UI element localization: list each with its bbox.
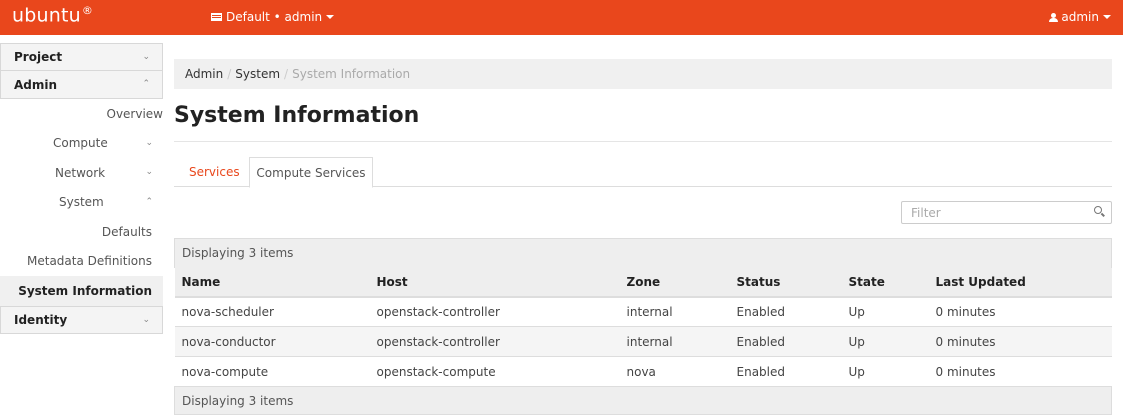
tab-compute-services[interactable]: Compute Services bbox=[249, 157, 373, 188]
user-icon bbox=[1049, 12, 1059, 22]
search-icon[interactable] bbox=[1094, 206, 1105, 217]
chevron-down-icon: ⌄ bbox=[145, 137, 153, 148]
table-row: nova-compute openstack-compute nova Enab… bbox=[174, 356, 1112, 387]
sidebar-item-label: Overview bbox=[106, 106, 164, 121]
cell-zone: internal bbox=[619, 296, 730, 327]
column-header-zone[interactable]: Zone bbox=[619, 267, 730, 298]
cell-zone: internal bbox=[619, 326, 730, 357]
sidebar-item-network[interactable]: Network ⌄ bbox=[0, 158, 163, 188]
caret-down-icon bbox=[1103, 15, 1111, 19]
brand-logo[interactable]: ubuntu® bbox=[12, 4, 93, 26]
sidebar-item-label: System Information bbox=[18, 283, 152, 298]
cell-name: nova-conductor bbox=[174, 326, 370, 357]
table-header-row: Name Host Zone Status State Last Updated bbox=[174, 267, 1112, 298]
ubuntu-circle-icon: ® bbox=[81, 4, 94, 17]
caret-down-icon bbox=[326, 15, 335, 19]
sidebar-item-compute[interactable]: Compute ⌄ bbox=[0, 129, 163, 159]
chevron-down-icon: ⌄ bbox=[142, 314, 150, 325]
cell-last-updated: 0 minutes bbox=[928, 356, 1112, 387]
chevron-down-icon: ⌄ bbox=[145, 167, 153, 177]
sidebar-section-label: Admin bbox=[14, 77, 58, 92]
project-context-label: Default • admin bbox=[226, 10, 323, 24]
chevron-down-icon: ⌄ bbox=[142, 52, 150, 62]
sidebar-section-admin[interactable]: Admin ⌃ bbox=[0, 71, 163, 99]
table-info-row: Displaying 3 items bbox=[174, 238, 1112, 268]
cell-name: nova-compute bbox=[174, 356, 370, 387]
cell-state: Up bbox=[841, 326, 929, 357]
cell-zone: nova bbox=[619, 356, 730, 387]
sidebar-section-label: Identity bbox=[14, 312, 68, 327]
column-header-state[interactable]: State bbox=[841, 267, 929, 298]
column-header-host[interactable]: Host bbox=[369, 267, 620, 298]
project-context-dropdown[interactable]: Default • admin bbox=[211, 10, 335, 24]
breadcrumb-admin[interactable]: Admin bbox=[185, 67, 223, 81]
cell-host: openstack-controller bbox=[369, 326, 620, 357]
cell-status: Enabled bbox=[729, 326, 842, 357]
page-title: System Information bbox=[174, 103, 420, 128]
cell-name: nova-scheduler bbox=[174, 296, 370, 327]
cell-status: Enabled bbox=[729, 296, 842, 327]
sidebar-item-defaults[interactable]: Defaults bbox=[0, 217, 163, 247]
breadcrumb-current: System Information bbox=[292, 67, 411, 81]
breadcrumb-separator: / bbox=[227, 67, 232, 81]
filter-input[interactable] bbox=[901, 201, 1112, 224]
chevron-up-icon: ⌃ bbox=[145, 196, 153, 207]
sidebar-item-label: Defaults bbox=[101, 224, 152, 239]
chevron-up-icon: ⌃ bbox=[142, 79, 150, 89]
column-header-status[interactable]: Status bbox=[729, 267, 842, 298]
compute-services-table: Displaying 3 items Name Host Zone Status… bbox=[174, 238, 1112, 415]
cell-last-updated: 0 minutes bbox=[928, 326, 1112, 357]
column-header-name[interactable]: Name bbox=[174, 267, 370, 298]
cell-state: Up bbox=[841, 296, 929, 327]
cell-last-updated: 0 minutes bbox=[928, 296, 1112, 327]
breadcrumb-system[interactable]: System bbox=[235, 67, 280, 81]
top-navbar: ubuntu® Default • admin admin bbox=[0, 0, 1123, 35]
user-dropdown[interactable]: admin bbox=[1049, 10, 1111, 24]
sidebar-item-label: System bbox=[59, 195, 104, 210]
sidebar-item-label: Metadata Definitions bbox=[27, 254, 152, 269]
column-header-last-updated[interactable]: Last Updated bbox=[928, 267, 1112, 298]
sidebar-section-label: Project bbox=[14, 50, 63, 64]
breadcrumb: Admin / System / System Information bbox=[174, 59, 1112, 89]
table-footer-count: Displaying 3 items bbox=[174, 386, 1112, 415]
table-row: nova-conductor openstack-controller inte… bbox=[174, 326, 1112, 357]
sidebar-item-metadata-definitions[interactable]: Metadata Definitions bbox=[0, 247, 163, 277]
user-label: admin bbox=[1061, 10, 1099, 24]
breadcrumb-separator: / bbox=[284, 67, 289, 81]
sidebar-section-identity[interactable]: Identity ⌄ bbox=[0, 305, 163, 334]
sidebar-item-system-information[interactable]: System Information bbox=[0, 276, 163, 306]
tab-bar: Services Compute Services bbox=[174, 157, 1112, 188]
sidebar-item-system[interactable]: System ⌃ bbox=[0, 188, 163, 218]
sidebar-item-overview[interactable]: Overview bbox=[0, 99, 164, 129]
sidebar: Project ⌄ Admin ⌃ Overview Compute ⌄ Net… bbox=[0, 43, 163, 334]
cell-state: Up bbox=[841, 356, 929, 387]
table-item-count: Displaying 3 items bbox=[174, 238, 1112, 268]
server-icon bbox=[211, 13, 222, 21]
cell-host: openstack-controller bbox=[369, 296, 620, 327]
sidebar-item-label: Network bbox=[55, 165, 106, 180]
table-footer-row: Displaying 3 items bbox=[174, 386, 1112, 415]
table-row: nova-scheduler openstack-controller inte… bbox=[174, 296, 1112, 327]
cell-host: openstack-compute bbox=[369, 356, 620, 387]
sidebar-item-label: Compute bbox=[53, 136, 108, 151]
sidebar-section-project[interactable]: Project ⌄ bbox=[0, 43, 163, 71]
cell-status: Enabled bbox=[729, 356, 842, 387]
title-divider bbox=[174, 141, 1112, 142]
tab-services[interactable]: Services bbox=[189, 157, 240, 187]
